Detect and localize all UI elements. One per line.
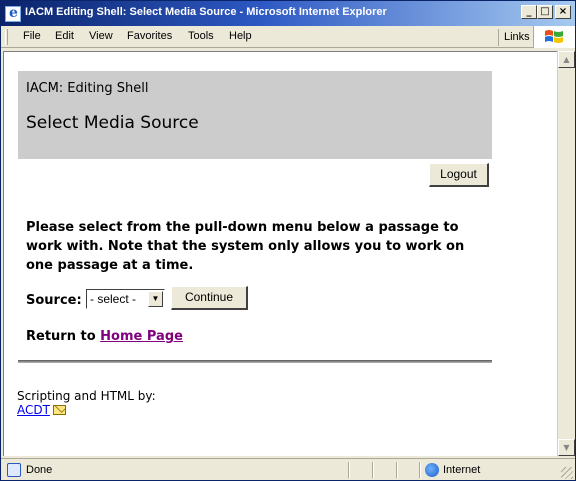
- chevron-down-icon[interactable]: ▼: [148, 291, 163, 307]
- menu-view[interactable]: View: [89, 30, 113, 42]
- instructions-text: Please select from the pull-down menu be…: [26, 220, 465, 273]
- status-separator: [372, 462, 373, 478]
- security-zone-text: Internet: [443, 464, 481, 476]
- status-separator: [396, 462, 397, 478]
- menu-bar: File Edit View Favorites Tools Help Link…: [1, 26, 575, 48]
- menu-edit[interactable]: Edit: [55, 30, 74, 42]
- minimize-button[interactable]: _: [521, 5, 537, 19]
- status-separator: [348, 462, 349, 478]
- links-toolbar[interactable]: Links: [498, 29, 532, 46]
- page-done-icon: [7, 463, 21, 477]
- status-separator: [419, 462, 420, 478]
- close-button[interactable]: ×: [555, 5, 571, 19]
- browser-window: IACM Editing Shell: Select Media Source …: [0, 0, 576, 481]
- status-bar: Done Internet: [1, 458, 575, 480]
- source-label: Source:: [26, 293, 82, 308]
- menu-help[interactable]: Help: [229, 30, 252, 42]
- ie-icon: [5, 5, 21, 22]
- windows-flag-icon: [545, 30, 563, 43]
- source-select[interactable]: - select - ▼: [86, 289, 165, 309]
- app-title: IACM: Editing Shell: [26, 81, 149, 96]
- vertical-scrollbar[interactable]: ▲ ▼: [557, 51, 575, 456]
- scroll-up-button[interactable]: ▲: [558, 51, 575, 68]
- acdt-link[interactable]: ACDT: [17, 403, 50, 417]
- resize-grip[interactable]: [561, 467, 573, 479]
- internet-zone-icon: [425, 463, 439, 477]
- scroll-down-button[interactable]: ▼: [558, 439, 575, 456]
- window-title: IACM Editing Shell: Select Media Source …: [25, 6, 387, 18]
- page-viewport: IACM: Editing Shell Select Media Source …: [3, 51, 557, 456]
- status-text: Done: [26, 464, 53, 476]
- continue-button[interactable]: Continue: [171, 286, 248, 310]
- logout-button[interactable]: Logout: [429, 163, 489, 187]
- credits-text: Scripting and HTML by:: [17, 389, 156, 403]
- menu-tools[interactable]: Tools: [188, 30, 214, 42]
- maximize-button[interactable]: □: [537, 5, 553, 19]
- menu-favorites[interactable]: Favorites: [127, 30, 172, 42]
- return-line: Return to Home Page: [26, 329, 183, 344]
- title-bar: IACM Editing Shell: Select Media Source …: [1, 1, 575, 26]
- divider: [18, 360, 492, 363]
- menu-file[interactable]: File: [23, 30, 41, 42]
- mail-icon[interactable]: [52, 405, 66, 415]
- return-text: Return to: [26, 329, 96, 344]
- menu-grip: [5, 29, 8, 45]
- brand-area: [533, 26, 575, 48]
- page-title: Select Media Source: [26, 113, 199, 133]
- page-header: IACM: Editing Shell Select Media Source: [18, 71, 492, 159]
- source-select-value: - select -: [90, 292, 137, 306]
- home-page-link[interactable]: Home Page: [100, 329, 183, 344]
- credits: Scripting and HTML by: ACDT: [17, 389, 156, 417]
